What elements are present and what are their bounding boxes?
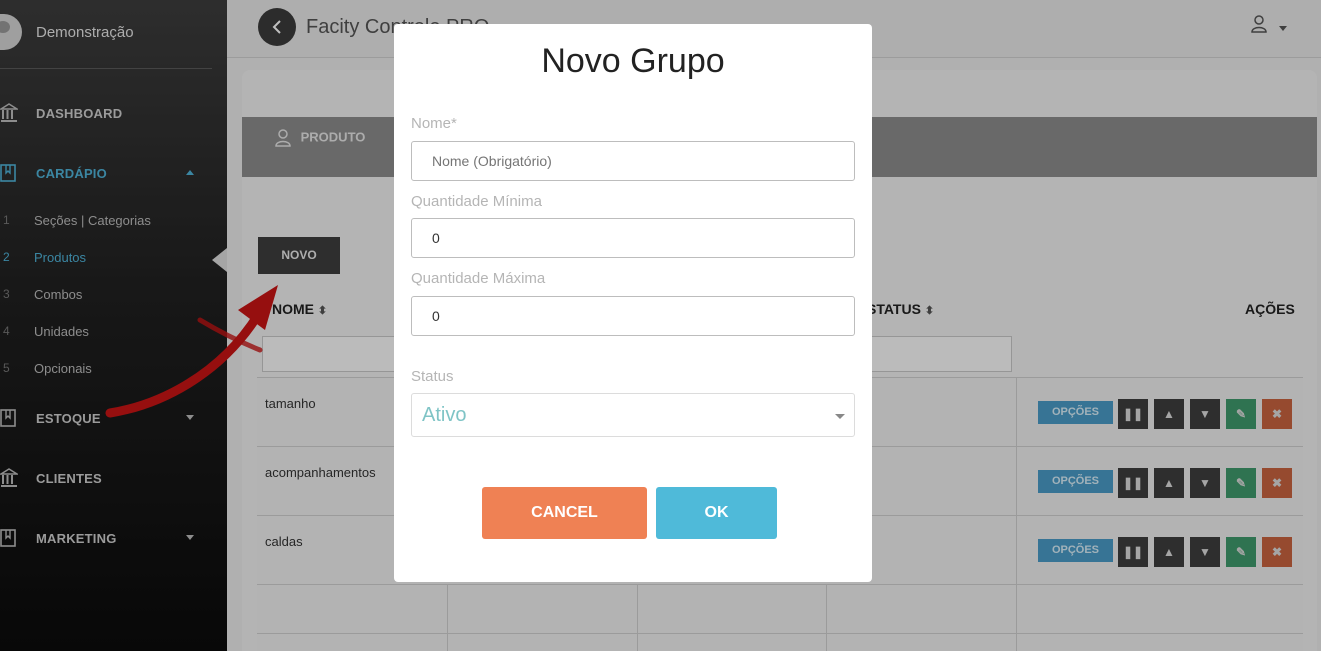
status-selected-value: Ativo — [422, 404, 467, 426]
chevron-down-icon — [835, 414, 845, 419]
cancel-button[interactable]: CANCEL — [482, 487, 647, 539]
min-quantity-label: Quantidade Mínima — [411, 193, 542, 210]
max-quantity-label: Quantidade Máxima — [411, 270, 546, 287]
name-input[interactable] — [411, 141, 855, 181]
status-select[interactable]: Ativo — [411, 393, 855, 437]
modal-title: Novo Grupo — [541, 42, 725, 80]
min-quantity-input[interactable] — [411, 218, 855, 258]
max-quantity-input[interactable] — [411, 296, 855, 336]
name-label: Nome* — [411, 115, 457, 132]
new-group-modal: Novo Grupo Nome* Quantidade Mínima Quant… — [394, 24, 872, 582]
status-label: Status — [411, 368, 454, 385]
ok-button[interactable]: OK — [656, 487, 777, 539]
